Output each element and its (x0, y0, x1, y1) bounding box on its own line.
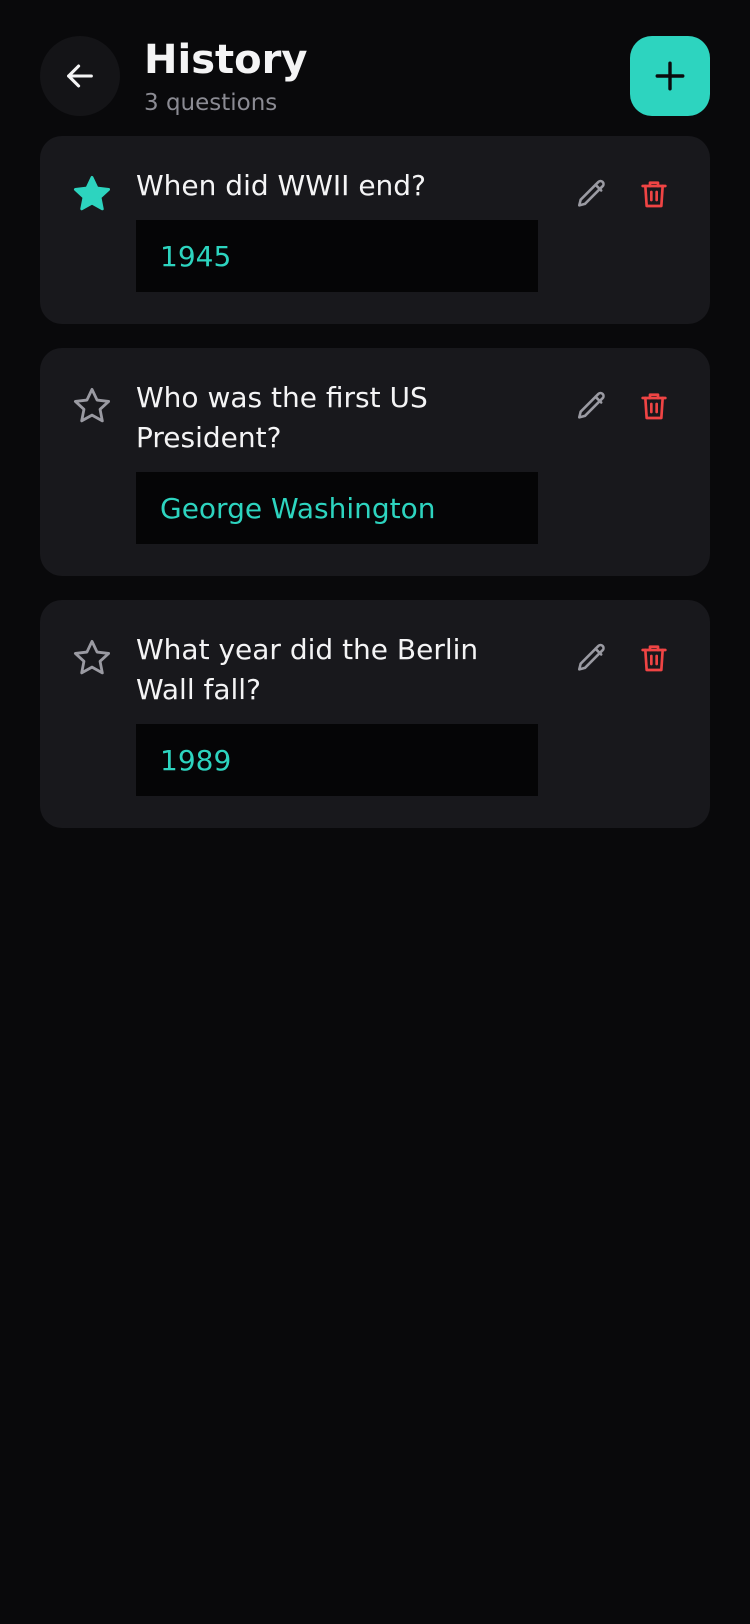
question-card: What year did the Berlin Wall fall? 1989 (40, 600, 710, 828)
pencil-icon (577, 391, 605, 419)
trash-icon (641, 181, 667, 208)
trash-icon (641, 393, 667, 420)
arrow-left-icon (67, 64, 93, 88)
favorite-toggle[interactable] (70, 636, 114, 680)
favorite-toggle[interactable] (70, 384, 114, 428)
question-count: 3 questions (144, 90, 278, 116)
delete-button[interactable] (632, 172, 676, 216)
answer-box: 1945 (136, 220, 538, 292)
delete-button[interactable] (632, 384, 676, 428)
trash-icon (641, 645, 667, 672)
answer-text: 1945 (160, 239, 232, 273)
question-card: Who was the first US President? George W… (40, 348, 710, 576)
answer-text: 1989 (160, 743, 232, 777)
app-screen: History 3 questions When did WWII end? 1… (0, 0, 750, 1624)
add-question-button[interactable] (630, 36, 710, 116)
edit-button[interactable] (570, 636, 614, 680)
answer-box: 1989 (136, 724, 538, 796)
question-text: What year did the Berlin Wall fall? (136, 633, 479, 706)
header: History 3 questions (0, 0, 750, 136)
favorite-toggle[interactable] (70, 172, 114, 216)
back-button[interactable] (40, 36, 120, 116)
pencil-icon (577, 643, 605, 671)
plus-icon (655, 61, 685, 91)
delete-button[interactable] (632, 636, 676, 680)
star-filled-icon (73, 175, 111, 211)
star-outline-icon (73, 387, 111, 423)
question-text: Who was the first US President? (136, 381, 428, 454)
answer-text: George Washington (160, 491, 436, 525)
page-title: History (144, 37, 308, 83)
edit-button[interactable] (570, 172, 614, 216)
question-text: When did WWII end? (136, 169, 426, 202)
pencil-icon (577, 179, 605, 207)
star-outline-icon (73, 639, 111, 675)
edit-button[interactable] (570, 384, 614, 428)
answer-box: George Washington (136, 472, 538, 544)
question-card: When did WWII end? 1945 (40, 136, 710, 324)
